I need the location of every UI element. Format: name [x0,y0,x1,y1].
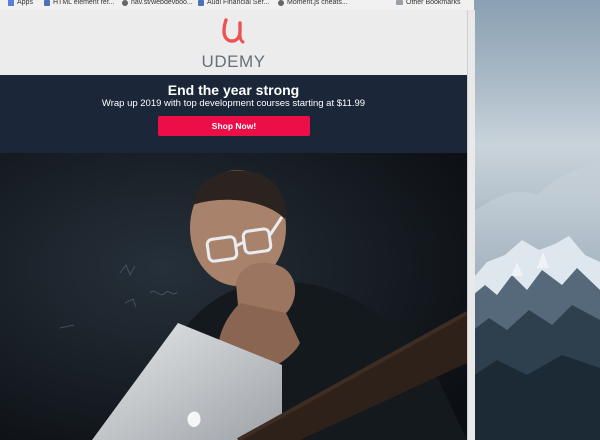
bookmark-other-bookmarks[interactable]: Other Bookmarks [396,0,460,9]
apps-grid-icon [8,0,14,6]
man-with-laptop-photo [0,153,467,440]
bookmark-apps[interactable]: Apps [8,0,33,9]
promo-banner: End the year strong Wrap up 2019 with to… [0,75,467,153]
hero-image [0,153,467,440]
bookmark-webdevbook[interactable]: nav.st/webdevboo... [122,0,193,9]
promo-title: End the year strong [167,82,300,98]
bookmark-label: HTML element ref... [53,0,115,6]
desktop-wallpaper [467,0,600,440]
bookmark-label: Apps [17,0,33,6]
other-bookmarks-label: Other Bookmarks [406,0,461,6]
folder-icon [396,0,403,5]
bookmark-moment-cheatsheet[interactable]: Moment.js cheats... [278,0,348,9]
bookmark-html-element-ref[interactable]: HTML element ref... [44,0,115,9]
github-icon [278,0,284,6]
bookmark-label: Audi Financial Ser... [207,0,270,6]
bookmark-label: nav.st/webdevboo... [131,0,193,6]
brand-header: UDEMY [0,10,467,75]
email-content: UDEMY End the year strong Wrap up 2019 w… [0,10,467,440]
window-scrollbar[interactable] [467,10,475,440]
bookmark-audi-financial[interactable]: Audi Financial Ser... [198,0,269,9]
page-icon [44,0,50,6]
page-icon [198,0,204,6]
github-icon [122,0,128,6]
shop-now-button[interactable]: Shop Now! [158,116,310,136]
brand-name: UDEMY [201,52,266,71]
udemy-logo-icon [222,18,245,44]
mountain-wallpaper-image [467,160,600,440]
bookmark-label: Moment.js cheats... [287,0,348,6]
promo-subtitle: Wrap up 2019 with top development course… [101,98,366,109]
